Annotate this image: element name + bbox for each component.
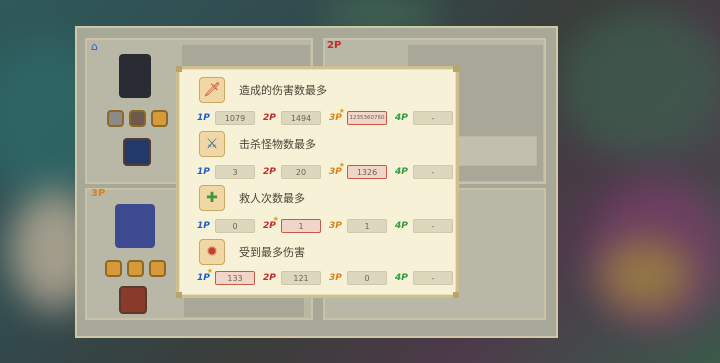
player-label-1p: 1P (197, 167, 210, 177)
best-star-icon: ★ (338, 107, 345, 115)
stat-row-damage-taken: ✹ 受到最多伤害 (199, 239, 305, 265)
badge-icon (105, 260, 122, 277)
best-star-icon: ★ (338, 161, 345, 169)
sword-icon: 🗡 (199, 77, 225, 103)
player-label-3p: 3P (329, 221, 342, 231)
rescue-icon (455, 136, 537, 166)
stat-value: 20 (281, 165, 321, 179)
stat-value: 121 (281, 271, 321, 285)
stat-values: 1P ★ 133 2P 121 3P 0 4P - (197, 267, 461, 285)
stat-value: - (413, 219, 453, 233)
badge-icon (129, 110, 146, 127)
best-stats-popup: 🗡 造成的伤害数最多 1P 1079 2P 1494 3P ★ 123536076… (176, 66, 459, 298)
stat-value: - (413, 111, 453, 125)
player-label-2p: 2P (263, 113, 276, 123)
player-label-2p: 2P ★ (263, 215, 281, 231)
player-label-1p: 1P (197, 113, 210, 123)
stat-value-best: 1326 (347, 165, 387, 179)
player-label-3p: 3P (329, 273, 342, 283)
badge-icon (107, 110, 124, 127)
row-title: 击杀怪物数最多 (239, 138, 316, 151)
avatar (115, 204, 155, 248)
corner-ornament (453, 292, 459, 298)
player-label-4p: 4P (395, 167, 408, 177)
row-title: 造成的伤害数最多 (239, 84, 327, 97)
stat-value: - (413, 271, 453, 285)
stat-row-monster-kills: ⚔ 击杀怪物数最多 (199, 131, 316, 157)
damage-taken-icon: ✹ (199, 239, 225, 265)
player-label-2p: 2P (263, 273, 276, 283)
stat-value: 1494 (281, 111, 321, 125)
stat-value-best: 1 (281, 219, 321, 233)
best-star-icon: ★ (206, 267, 213, 275)
stat-values: 1P 0 2P ★ 1 3P 1 4P - (197, 215, 461, 233)
badge-icon (149, 260, 166, 277)
rescue-icon: ✚ (199, 185, 225, 211)
badge-icon (127, 260, 144, 277)
avatar (119, 54, 151, 98)
stat-value: 1 (347, 219, 387, 233)
weapon-icon (119, 286, 147, 314)
player-label-1p: 1P ★ (197, 267, 215, 283)
stat-row-damage-dealt: 🗡 造成的伤害数最多 (199, 77, 327, 103)
best-star-icon: ★ (272, 215, 279, 223)
player-label-1p: 1P (197, 221, 210, 231)
stat-value: 3 (215, 165, 255, 179)
stat-values: 1P 3 2P 20 3P ★ 1326 4P - (197, 161, 461, 179)
monster-kill-icon: ⚔ (199, 131, 225, 157)
player-label-4p: 4P (395, 273, 408, 283)
stat-value: 1079 (215, 111, 255, 125)
player-label-3p: 3P ★ (329, 161, 347, 177)
stat-value-best: 1235360760 (347, 111, 387, 125)
row-title: 受到最多伤害 (239, 246, 305, 259)
stat-values: 1P 1079 2P 1494 3P ★ 1235360760 4P - (197, 107, 461, 125)
stat-value: 0 (215, 219, 255, 233)
corner-ornament (176, 292, 182, 298)
stat-value-best: 133 (215, 271, 255, 285)
player-label-3p: 3P ★ (329, 107, 347, 123)
row-title: 救人次数最多 (239, 192, 305, 205)
corner-ornament (453, 66, 459, 72)
weapon-icon (123, 138, 151, 166)
player-tag: 3P (91, 188, 106, 199)
stat-row-rescues: ✚ 救人次数最多 (199, 185, 305, 211)
badge-icon (151, 110, 168, 127)
home-icon: ⌂ (91, 40, 98, 53)
player-label-4p: 4P (395, 113, 408, 123)
stat-value: 0 (347, 271, 387, 285)
player-tag: 2P (327, 40, 342, 51)
stat-value: - (413, 165, 453, 179)
corner-ornament (176, 66, 182, 72)
player-label-2p: 2P (263, 167, 276, 177)
player-label-4p: 4P (395, 221, 408, 231)
